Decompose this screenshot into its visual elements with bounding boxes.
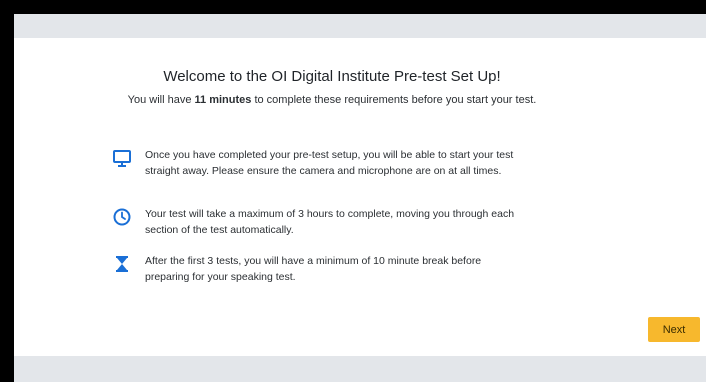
intro-time: 11 minutes <box>194 94 252 106</box>
top-bar <box>14 14 706 38</box>
info-text-camera: Once you have completed your pre-test se… <box>145 149 514 177</box>
intro-prefix: You will have <box>127 94 195 106</box>
info-text-duration: Your test will take a maximum of 3 hours… <box>145 208 515 236</box>
info-text-break: After the first 3 tests, you will have a… <box>145 255 482 283</box>
setup-page: Welcome to the OI Digital Institute Pre-… <box>14 14 706 382</box>
page-title: Welcome to the OI Digital Institute Pre-… <box>163 68 501 85</box>
hourglass-icon <box>112 254 132 274</box>
monitor-icon <box>112 148 132 168</box>
intro-text: You will have 11 minutes to complete the… <box>14 94 650 106</box>
clock-icon <box>112 207 132 227</box>
intro-suffix: to complete these requirements before yo… <box>251 94 537 106</box>
next-button[interactable]: Next <box>648 317 700 342</box>
bottom-bar <box>14 356 706 382</box>
